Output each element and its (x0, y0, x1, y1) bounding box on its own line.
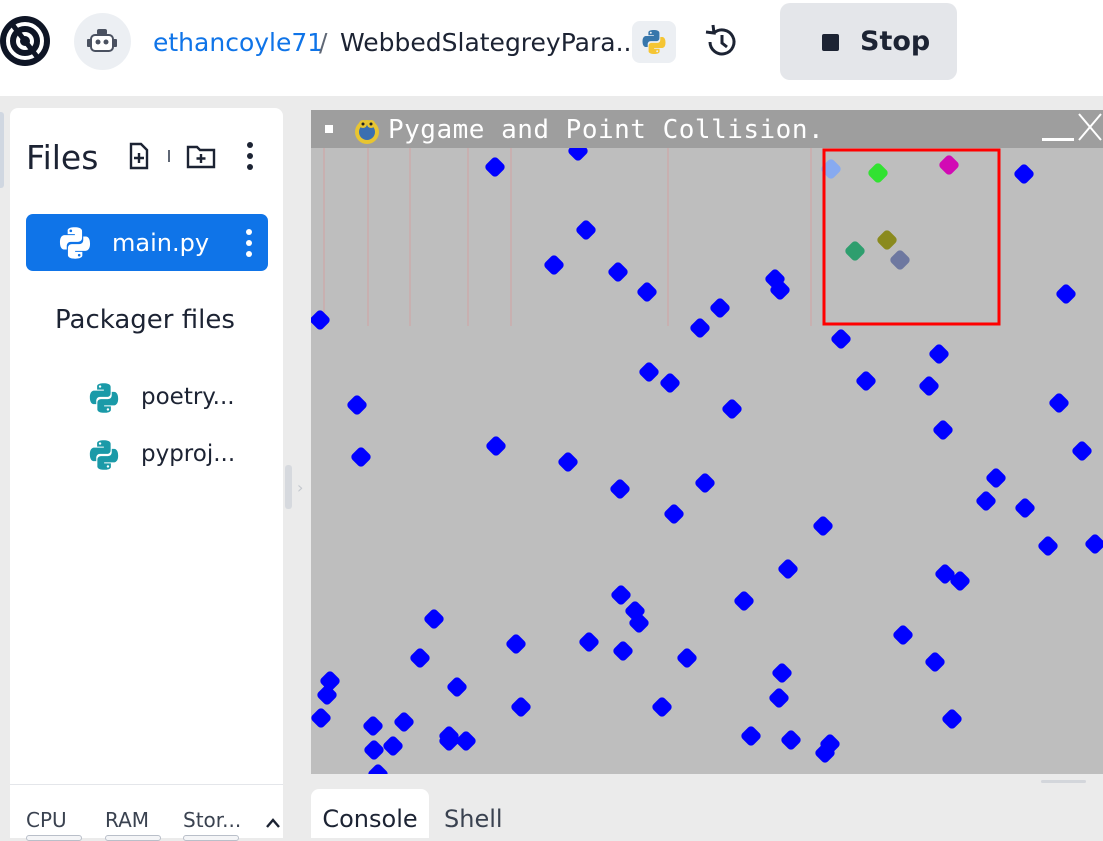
file-item-poetry[interactable]: poetry... (88, 378, 278, 418)
storage-label: Stor... (183, 808, 242, 832)
new-folder-icon[interactable] (184, 139, 218, 173)
file-name-poetry: poetry... (141, 384, 235, 410)
canvas-background (311, 148, 1103, 774)
bottom-pane-drag-handle[interactable] (1041, 780, 1086, 783)
file-item-main-py[interactable]: main.py (26, 214, 268, 271)
stop-square-icon (822, 34, 839, 51)
python-icon (642, 30, 666, 54)
stop-button[interactable]: Stop (780, 3, 957, 80)
more-options-icon[interactable] (233, 139, 267, 173)
new-file-icon[interactable] (122, 139, 156, 173)
toolbar-divider (168, 150, 170, 162)
ram-meter (105, 835, 161, 841)
cpu-meter (26, 835, 82, 841)
cpu-label: CPU (26, 808, 67, 832)
python-file-icon (89, 383, 119, 413)
python-file-icon (89, 440, 119, 470)
breadcrumb-username[interactable]: ethancoyle71 (153, 26, 323, 60)
pygame-snake-icon (355, 120, 379, 144)
resource-usage-bar[interactable]: CPU RAM Stor... (10, 784, 283, 841)
pygame-canvas[interactable] (311, 148, 1103, 774)
chevron-up-icon[interactable] (265, 817, 281, 829)
left-sidebar-indicator[interactable] (0, 112, 4, 188)
close-icon[interactable] (1077, 112, 1103, 142)
file-more-icon[interactable] (245, 228, 253, 258)
breadcrumb-repl-name[interactable]: WebbedSlategreyPara... (340, 26, 639, 60)
file-name-pyproject: pyproj... (141, 441, 236, 467)
files-title: Files (26, 138, 99, 177)
user-avatar[interactable] (74, 13, 131, 70)
expand-arrow-icon[interactable]: › (297, 478, 303, 497)
tab-console[interactable]: Console (311, 789, 429, 838)
pygame-window-title: Pygame and Point Collision. (388, 115, 825, 145)
replit-logo-icon[interactable] (0, 14, 52, 68)
tab-shell[interactable]: Shell (444, 789, 514, 838)
bottom-pane: Console Shell (311, 776, 1103, 838)
stop-button-label: Stop (860, 26, 931, 57)
panel-resize-handle[interactable] (285, 465, 292, 509)
pygame-titlebar[interactable]: Pygame and Point Collision. (311, 110, 1103, 148)
storage-meter (183, 835, 239, 841)
history-icon[interactable] (702, 22, 742, 62)
files-panel: Files main.py Packager files poetry... p… (10, 108, 283, 841)
minimize-icon[interactable] (1042, 138, 1074, 141)
pygame-window[interactable]: Pygame and Point Collision. (311, 110, 1103, 774)
window-menu-icon[interactable] (325, 125, 333, 133)
file-item-pyproject[interactable]: pyproj... (88, 435, 278, 475)
python-language-badge[interactable] (632, 21, 676, 63)
ram-label: RAM (105, 808, 150, 832)
top-bar: ethancoyle71 / WebbedSlategreyPara... St… (0, 0, 1103, 96)
packager-files-heading: Packager files (55, 305, 235, 335)
breadcrumb-separator: / (319, 28, 328, 57)
python-file-icon (59, 227, 91, 259)
file-name-main-py: main.py (112, 229, 210, 257)
